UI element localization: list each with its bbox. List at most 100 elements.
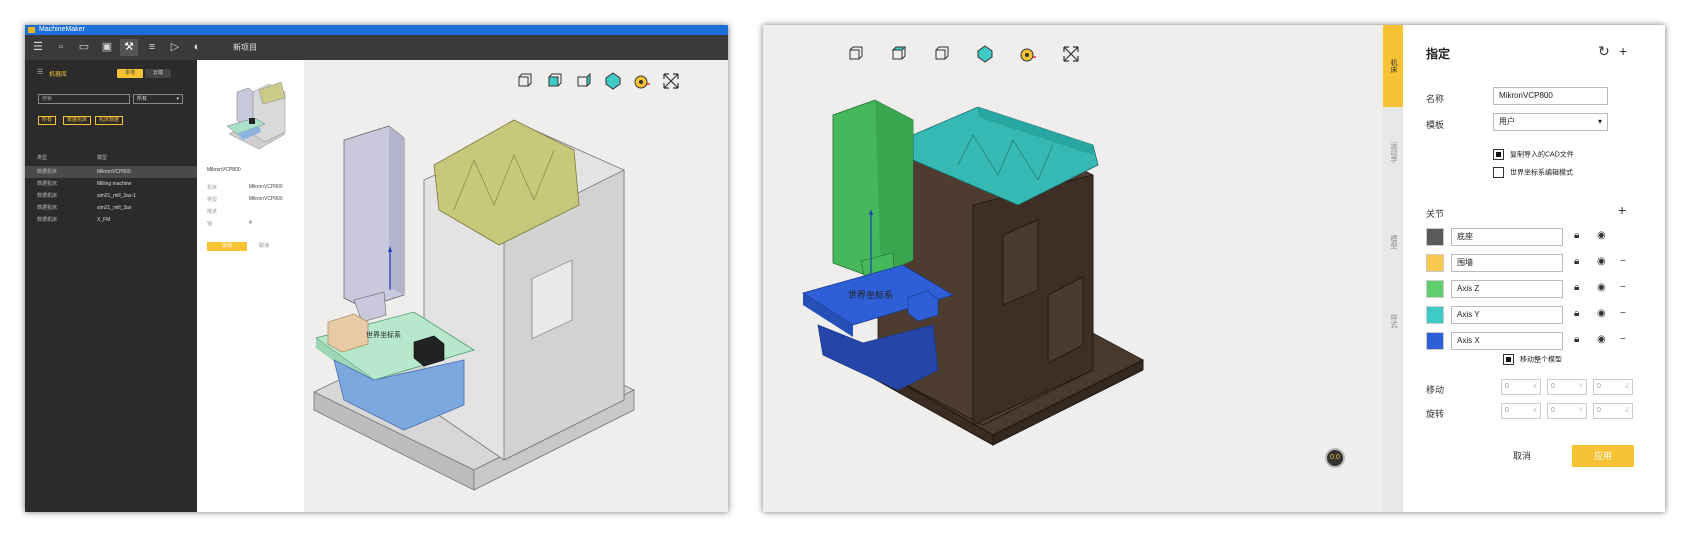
table-row[interactable]: 数据机床 sim21_mill_3ax-1 [25,190,197,202]
vertical-tab-bar: 机床 运动学 模型 样式 [1383,25,1403,512]
eye-icon[interactable]: ◉ [1597,334,1606,345]
template-select[interactable]: 用户 ▾ [1493,113,1608,131]
lock-icon[interactable]: 🔒︎ [1574,256,1579,267]
viewport-3d[interactable]: 世界坐标系 [304,60,728,512]
move-y-input[interactable]: 0Y [1547,379,1587,395]
play-icon[interactable]: ▷ [166,39,184,56]
add-joint-icon[interactable]: + [1618,202,1626,218]
lock-icon[interactable]: 🔒︎ [1574,282,1579,293]
tab-machine[interactable]: 机床 [1383,25,1403,107]
joint-name-field[interactable]: Axis Z [1451,280,1563,298]
local-tab[interactable]: 本地 [117,69,143,78]
axis-x-label: X [1532,384,1537,390]
name-field[interactable]: MikronVCP800 [1493,87,1608,105]
remove-icon[interactable]: − [1620,282,1626,293]
chip-all[interactable]: 所有 [38,116,57,125]
world-frame-label: 世界坐标系 [848,289,893,301]
row-model: sim21_mill_3ax-1 [97,193,136,199]
lock-icon[interactable]: 🔒︎ [1574,308,1579,319]
table-row[interactable]: 数据机床 MikronVCP800 [25,166,197,178]
project-title: 新项目 [233,43,257,52]
machine-model-view: 世界坐标系 [802,99,1144,446]
menu-icon[interactable]: ☰ [29,39,47,56]
tab-model[interactable]: 模型 [1383,197,1403,287]
joint-color-swatch[interactable] [1426,332,1444,350]
cancel-button[interactable]: 取消 [1513,449,1531,462]
library-search-input[interactable]: 搜索 [38,94,130,104]
remove-icon[interactable]: − [1620,308,1626,319]
logo-icon[interactable]: ◐ [188,39,206,56]
move-z-value: 0 [1597,383,1601,390]
joint-color-swatch[interactable] [1426,254,1444,272]
joint-color-swatch[interactable] [1426,228,1444,246]
table-row[interactable]: 数据机床 Milling machine [25,178,197,190]
properties-panel: 指定 ↻ + 名称 MikronVCP800 模板 用户 ▾ 复制导入的CAD文件… [1403,25,1665,512]
move-x-input[interactable]: 0X [1501,379,1541,395]
library-menu-icon[interactable]: ☰ [37,68,43,76]
refresh-icon[interactable]: ↻ [1598,43,1610,60]
remove-icon[interactable]: − [1620,334,1626,345]
tab-kinematics[interactable]: 运动学 [1383,107,1403,197]
joint-name-field[interactable]: Axis Y [1451,306,1563,324]
copy-cad-checkbox[interactable]: 复制导入的CAD文件 [1493,149,1574,160]
axis-z-label: Z [1625,408,1629,414]
lock-icon[interactable]: 🔒︎ [1574,230,1579,241]
rotate-y-value: 0 [1551,407,1555,414]
library-filter-select[interactable]: 所有 ▾ [133,94,183,104]
apply-button[interactable]: 应用 [1572,445,1634,467]
axis-x-label: X [1532,408,1537,414]
joint-color-swatch[interactable] [1426,306,1444,324]
machine-tool-icon[interactable]: ⚒ [120,39,138,56]
cancel-button[interactable]: 取消 [259,242,269,251]
row-type: 数据机床 [37,181,58,187]
prop-key: 轴 [207,221,213,227]
joint-name-field[interactable]: 底座 [1451,228,1563,246]
rotate-z-value: 0 [1597,407,1601,414]
joint-color-swatch[interactable] [1426,280,1444,298]
main-toolbar: ☰ ▫ ▭ ▣ ⚒ ≡ ▷ ◐ 新项目 [25,35,728,60]
eye-icon[interactable]: ◉ [1597,230,1606,241]
orientation-gizmo[interactable]: 0.0 [1325,448,1345,468]
move-whole-label: 移动整个模型 [1520,356,1562,364]
joint-row[interactable]: Axis X 🔒︎ ◉ − [1426,332,1656,352]
joint-row[interactable]: 底座 🔒︎ ◉ [1426,228,1656,248]
viewport-3d-colored[interactable]: 世界坐标系 0.0 [763,25,1383,512]
move-z-input[interactable]: 0Z [1593,379,1633,395]
save-icon[interactable]: ▣ [98,39,116,56]
joint-row[interactable]: 围墙 🔒︎ ◉ − [1426,254,1656,274]
name-label: 名称 [1426,94,1445,104]
chip-data-machine[interactable]: 数据机床 [63,116,92,125]
tab-style[interactable]: 样式 [1383,287,1403,355]
remove-icon[interactable]: − [1620,256,1626,267]
add-icon[interactable]: + [1619,43,1627,59]
joint-name-field[interactable]: Axis X [1451,332,1563,350]
world-edit-checkbox[interactable]: 世界坐标系编辑模式 [1493,167,1573,178]
chevron-down-icon: ▾ [176,96,179,102]
table-row[interactable]: 数据机床 sim21_mill_3ax [25,202,197,214]
rotate-x-input[interactable]: 0X [1501,403,1541,419]
eye-icon[interactable]: ◉ [1597,308,1606,319]
joint-name-field[interactable]: 围墙 [1451,254,1563,272]
joint-row[interactable]: Axis Y 🔒︎ ◉ − [1426,306,1656,326]
checkbox-icon [1503,354,1514,365]
open-folder-icon[interactable]: ▭ [75,39,93,56]
new-file-icon[interactable]: ▫ [52,39,70,56]
chip-machine-data[interactable]: 机床数据 [95,116,124,125]
add-button[interactable]: 添加 [207,242,247,251]
move-y-value: 0 [1551,383,1555,390]
rotate-y-input[interactable]: 0Y [1547,403,1587,419]
eye-icon[interactable]: ◉ [1597,282,1606,293]
joint-row[interactable]: Axis Z 🔒︎ ◉ − [1426,280,1656,300]
eye-icon[interactable]: ◉ [1597,256,1606,267]
cloud-tab[interactable]: 云端 [145,69,171,78]
move-whole-checkbox[interactable]: 移动整个模型 [1503,354,1562,365]
rotate-label: 旋转 [1426,409,1445,419]
table-row[interactable]: 数据机床 X_FM [25,214,197,226]
settings-sliders-icon[interactable]: ≡ [143,39,161,56]
rotate-z-input[interactable]: 0Z [1593,403,1633,419]
row-model: Milling machine [97,181,132,187]
copy-cad-label: 复制导入的CAD文件 [1510,151,1574,159]
lock-icon[interactable]: 🔒︎ [1574,334,1579,345]
prop-key: 类型 [207,197,218,203]
chevron-down-icon: ▾ [1597,117,1602,126]
